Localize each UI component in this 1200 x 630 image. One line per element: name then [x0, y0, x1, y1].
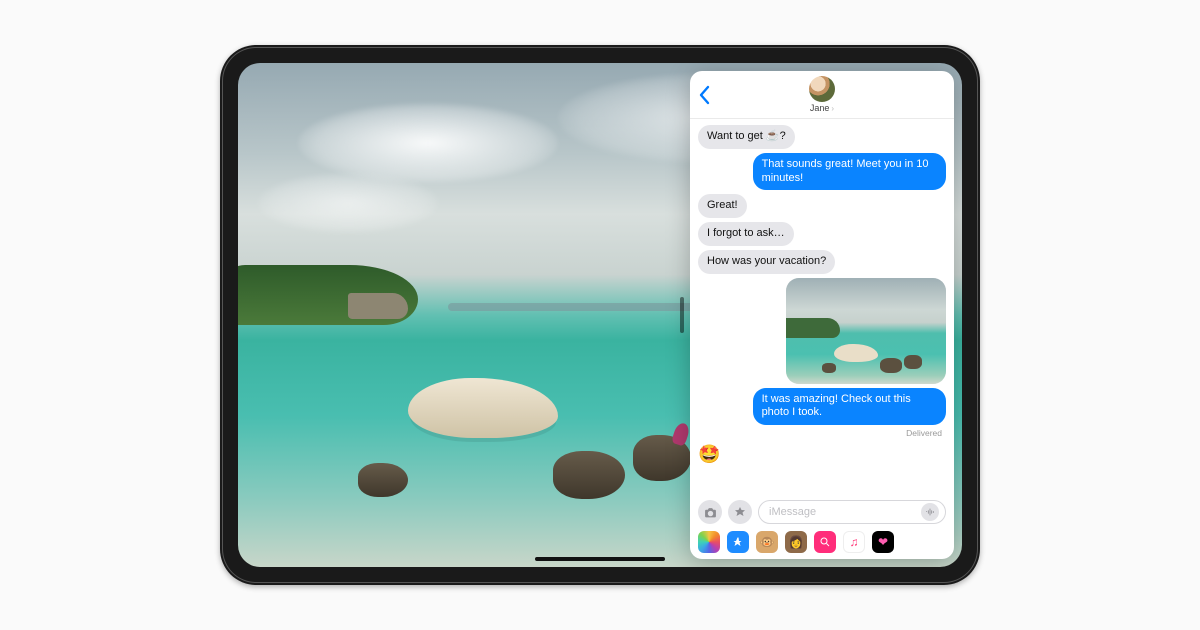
music-app-icon[interactable]: ♫ — [843, 531, 865, 553]
appstore-button[interactable] — [728, 500, 752, 524]
chevron-right-icon: › — [831, 104, 834, 113]
cloud — [298, 103, 558, 183]
message-incoming: Want to get ☕️? — [698, 125, 795, 149]
island — [238, 265, 418, 325]
rock — [358, 463, 408, 497]
horizon — [448, 303, 708, 311]
delivered-status: Delivered — [906, 428, 946, 439]
messages-header: Jane › — [690, 71, 954, 119]
contact-name: Jane — [810, 103, 830, 113]
photos-app-icon[interactable] — [698, 531, 720, 553]
animoji-app-icon[interactable]: 🐵 — [756, 531, 778, 553]
message-incoming: I forgot to ask… — [698, 222, 794, 246]
home-indicator[interactable] — [535, 557, 665, 561]
contact-header[interactable]: Jane › — [809, 76, 835, 113]
compose-row: iMessage — [690, 496, 954, 528]
ipad-frame: Jane › Want to get ☕️? That sounds great… — [220, 45, 980, 585]
messages-slideover: Jane › Want to get ☕️? That sounds great… — [690, 71, 954, 559]
imessage-app-strip: 🐵 👩 ♫ ❤ — [690, 528, 954, 559]
appstore-app-icon[interactable] — [727, 531, 749, 553]
message-incoming: Great! — [698, 194, 747, 218]
slideover-resize-handle[interactable] — [680, 297, 684, 333]
digitaltouch-app-icon[interactable]: ❤ — [872, 531, 894, 553]
images-search-icon[interactable] — [814, 531, 836, 553]
cloud — [258, 173, 438, 233]
ipad-screen: Jane › Want to get ☕️? That sounds great… — [238, 63, 962, 567]
contact-avatar — [809, 76, 835, 102]
message-photo-attachment[interactable] — [786, 278, 946, 384]
message-outgoing: It was amazing! Check out this photo I t… — [753, 388, 946, 426]
memoji-app-icon[interactable]: 👩 — [785, 531, 807, 553]
camera-button[interactable] — [698, 500, 722, 524]
message-thread[interactable]: Want to get ☕️? That sounds great! Meet … — [690, 119, 954, 496]
message-incoming: How was your vacation? — [698, 250, 835, 274]
message-outgoing: That sounds great! Meet you in 10 minute… — [753, 153, 946, 191]
back-button[interactable] — [698, 85, 710, 105]
imessage-placeholder: iMessage — [769, 506, 816, 518]
message-reaction: 🤩 — [698, 443, 720, 466]
rock — [553, 451, 625, 499]
imessage-input[interactable]: iMessage — [758, 500, 946, 524]
dictation-button[interactable] — [921, 503, 939, 521]
